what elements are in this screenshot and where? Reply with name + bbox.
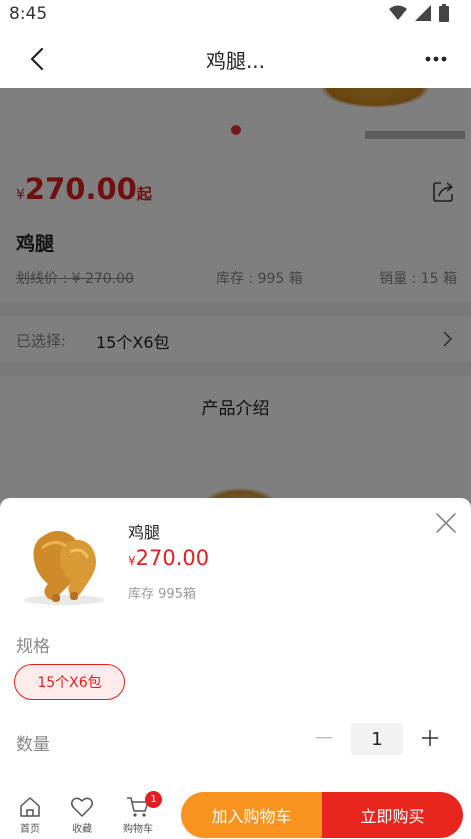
buy-now-button[interactable]: 立即购买 [322,792,463,838]
spec-option-chip[interactable]: 15个X6包 [14,664,125,700]
signal-icon [415,5,431,25]
spec-selection-sheet: 鸡腿 ¥270.00 库存 995箱 规格 15个X6包 数量 1 [0,498,471,783]
sheet-product-name: 鸡腿 [128,523,161,542]
more-dots-icon[interactable] [423,50,449,68]
home-icon [8,795,52,819]
bottom-action-bar: 首页 收藏 1 购物车 加入购物车 立即购买 [0,783,471,839]
cart-icon: 1 [116,791,162,819]
quantity-plus-button[interactable] [418,726,442,750]
add-to-cart-button[interactable]: 加入购物车 [181,792,322,838]
spec-label: 规格 [16,637,50,657]
cart-badge: 1 [145,791,162,808]
home-tab[interactable]: 首页 [8,795,52,835]
status-bar: 8:45 [0,0,471,30]
quantity-label: 数量 [16,735,50,755]
battery-icon [439,4,449,26]
sheet-stock: 库存 995箱 [128,587,196,602]
nav-bar: 鸡腿... [0,30,471,88]
favorite-tab[interactable]: 收藏 [60,795,104,835]
wifi-icon [389,5,407,25]
quantity-value[interactable]: 1 [351,723,403,755]
home-label: 首页 [20,824,40,835]
system-icons [389,4,449,26]
close-icon[interactable] [435,512,457,534]
cart-label: 购物车 [123,824,153,835]
favorite-label: 收藏 [72,824,92,835]
quantity-minus-button[interactable] [312,726,336,750]
sheet-product-price: ¥270.00 [128,546,209,570]
sheet-currency-symbol: ¥ [128,554,136,568]
status-time: 8:45 [9,4,48,24]
sheet-product-thumbnail [16,514,112,610]
page-title: 鸡腿... [205,49,266,73]
heart-icon [60,795,104,819]
cart-tab[interactable]: 1 购物车 [116,791,162,835]
sheet-price-value: 270.00 [135,546,210,570]
